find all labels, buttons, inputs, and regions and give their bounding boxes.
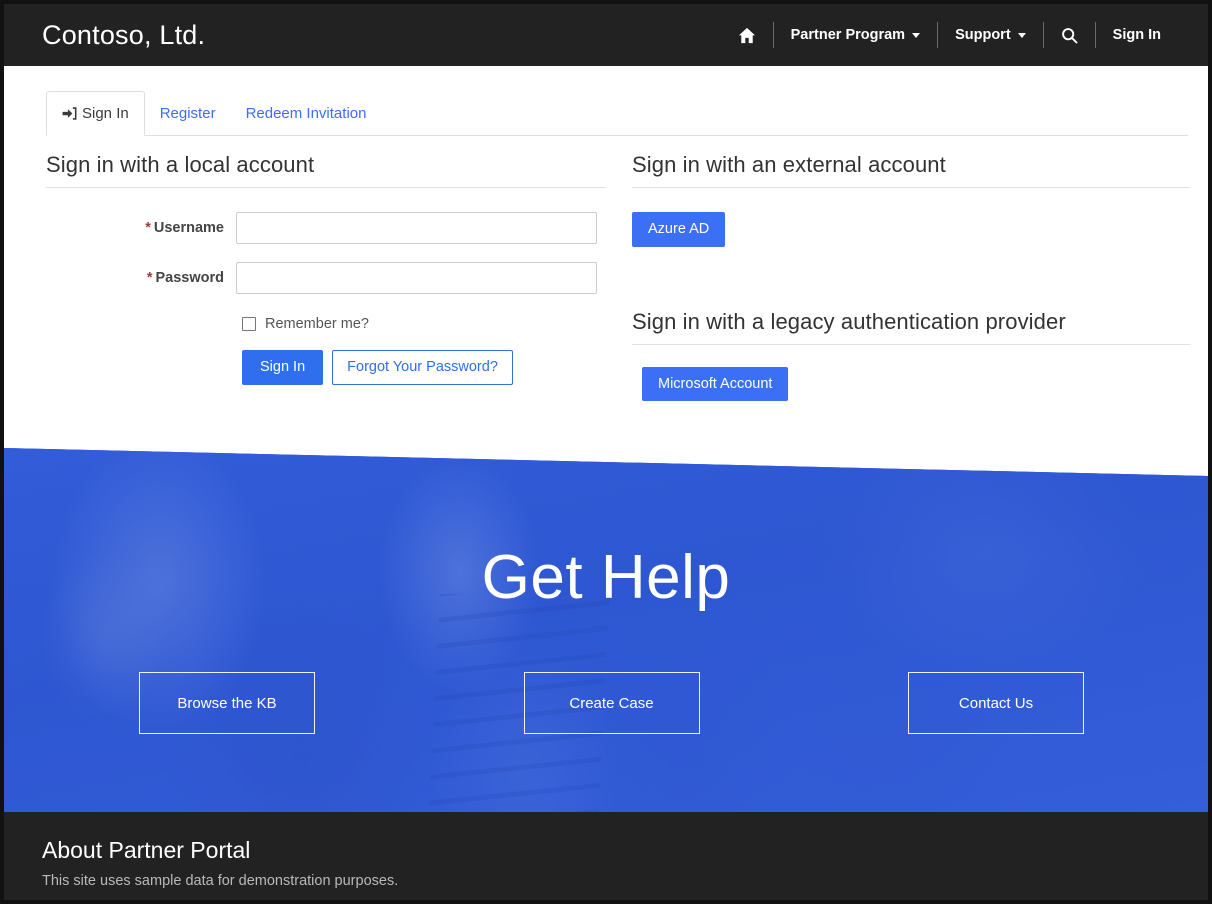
password-row: * Password xyxy=(46,262,606,294)
password-label-text: Password xyxy=(155,270,225,286)
sign-in-icon xyxy=(62,106,82,121)
site-footer: About Partner Portal This site uses samp… xyxy=(4,812,1208,900)
tab-sign-in-label: Sign In xyxy=(82,105,129,122)
footer-title: About Partner Portal xyxy=(42,837,251,863)
external-account-heading: Sign in with an external account xyxy=(632,152,1190,188)
password-label: * Password xyxy=(46,270,236,286)
search-icon xyxy=(1061,27,1078,44)
nav-partner-program-menu[interactable]: Partner Program xyxy=(774,4,937,66)
footer-description: This site uses sample data for demonstra… xyxy=(42,873,399,889)
local-account-heading: Sign in with a local account xyxy=(46,152,606,188)
home-icon xyxy=(738,27,756,44)
top-navigation-bar: Contoso, Ltd. Partner Program Support Si… xyxy=(4,4,1208,66)
local-form-actions: Sign In Forgot Your Password? xyxy=(242,350,606,385)
hero-title: Get Help xyxy=(481,543,731,612)
tab-redeem-invitation[interactable]: Redeem Invitation xyxy=(231,91,382,136)
tab-sign-in[interactable]: Sign In xyxy=(46,91,145,136)
chevron-down-icon xyxy=(912,32,921,38)
browse-the-kb-button[interactable]: Browse the KB xyxy=(139,672,315,734)
username-label: * Username xyxy=(46,220,236,236)
username-label-text: Username xyxy=(153,220,224,236)
required-marker: * xyxy=(146,270,153,286)
contact-us-button[interactable]: Contact Us xyxy=(908,672,1084,734)
navbar-right-group: Partner Program Support Sign In xyxy=(721,4,1178,66)
nav-support-menu[interactable]: Support xyxy=(938,4,1043,66)
site-brand[interactable]: Contoso, Ltd. xyxy=(42,20,205,51)
local-account-panel: Sign in with a local account * Username *… xyxy=(46,152,606,385)
nav-sign-in-link[interactable]: Sign In xyxy=(1096,4,1178,66)
get-help-hero: Get Help Browse the KB Create Case Conta… xyxy=(4,448,1208,812)
nav-home-link[interactable] xyxy=(721,4,773,66)
legacy-provider-panel: Sign in with a legacy authentication pro… xyxy=(632,309,1190,402)
hero-blue-overlay xyxy=(4,448,1208,812)
microsoft-account-button[interactable]: Microsoft Account xyxy=(642,366,789,402)
legacy-provider-heading: Sign in with a legacy authentication pro… xyxy=(632,309,1190,345)
external-provider-list: Azure AD xyxy=(632,212,1190,247)
remember-me-row: Remember me? xyxy=(242,316,606,332)
azure-ad-button[interactable]: Azure AD xyxy=(632,212,726,247)
external-account-panel: Sign in with an external account Azure A… xyxy=(632,152,1190,402)
nav-support-label: Support xyxy=(955,27,1011,43)
required-marker: * xyxy=(145,220,151,236)
nav-partner-program-label: Partner Program xyxy=(790,27,906,43)
legacy-provider-list: Microsoft Account xyxy=(642,366,1190,402)
auth-tabstrip: Sign In Register Redeem Invitation xyxy=(46,90,1188,136)
page-root: Contoso, Ltd. Partner Program Support Si… xyxy=(0,0,1212,904)
password-input[interactable] xyxy=(236,262,597,294)
forgot-password-button[interactable]: Forgot Your Password? xyxy=(332,350,513,385)
tab-register[interactable]: Register xyxy=(145,91,231,136)
hero-action-buttons: Browse the KB Create Case Contact Us xyxy=(139,672,1084,734)
create-case-button[interactable]: Create Case xyxy=(523,672,700,734)
username-input[interactable] xyxy=(236,212,597,244)
sign-in-button[interactable]: Sign In xyxy=(242,350,324,385)
remember-me-checkbox[interactable] xyxy=(242,317,256,331)
nav-search-button[interactable] xyxy=(1044,4,1095,66)
remember-me-label[interactable]: Remember me? xyxy=(265,316,369,332)
chevron-down-icon xyxy=(1017,32,1026,38)
local-sign-in-form: * Username * Password Remember me? Sign In… xyxy=(46,212,606,385)
username-row: * Username xyxy=(46,212,606,244)
